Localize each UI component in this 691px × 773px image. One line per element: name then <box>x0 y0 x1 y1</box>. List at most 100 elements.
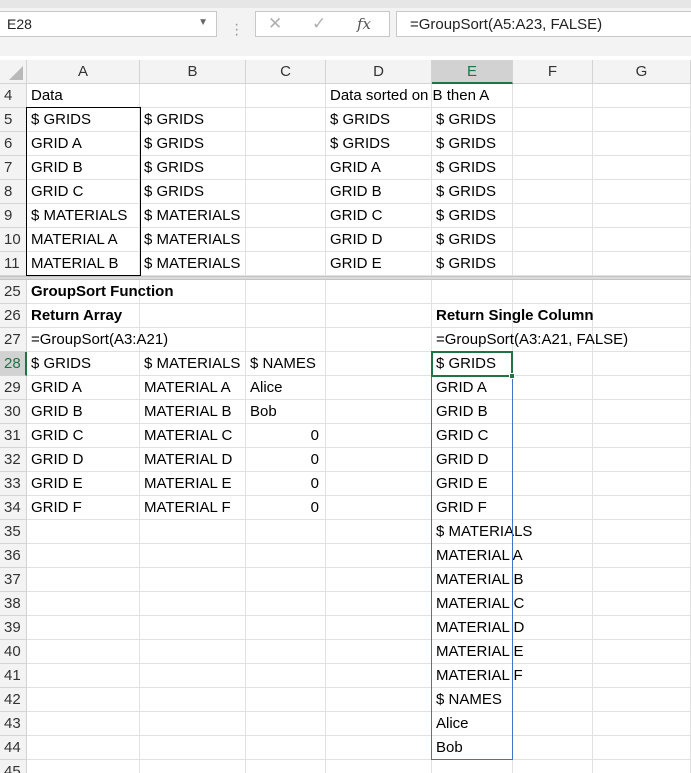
enter-icon[interactable]: ✓ <box>312 14 326 34</box>
row-header-44[interactable]: 44 <box>0 736 27 760</box>
cell-e27[interactable]: =GroupSort(A3:A21, FALSE) <box>432 328 628 352</box>
cell-c32[interactable]: 0 <box>246 448 326 472</box>
active-cell-selection[interactable] <box>431 351 513 377</box>
cell-e9[interactable]: $ GRIDS <box>432 204 513 228</box>
cell-a25[interactable]: GroupSort Function <box>27 280 173 304</box>
row-header-26[interactable]: 26 <box>0 304 27 328</box>
cell-b29[interactable]: MATERIAL A <box>140 376 246 400</box>
name-box[interactable]: E28 ▼ <box>0 11 217 37</box>
cell-b32[interactable]: MATERIAL D <box>140 448 246 472</box>
column-header-g[interactable]: G <box>593 60 691 84</box>
row-header-27[interactable]: 27 <box>0 328 27 352</box>
row-header-36[interactable]: 36 <box>0 544 27 568</box>
row-header-9[interactable]: 9 <box>0 204 27 228</box>
row-header-42[interactable]: 42 <box>0 688 27 712</box>
cell-a29[interactable]: GRID A <box>27 376 140 400</box>
cell-a30[interactable]: GRID B <box>27 400 140 424</box>
row-header-31[interactable]: 31 <box>0 424 27 448</box>
cell-a31[interactable]: GRID C <box>27 424 140 448</box>
insert-function-icon[interactable]: fx <box>357 15 371 33</box>
cell-d10[interactable]: GRID D <box>326 228 432 252</box>
row-header-45[interactable]: 45 <box>0 760 27 773</box>
row-header-29[interactable]: 29 <box>0 376 27 400</box>
cell-e7[interactable]: $ GRIDS <box>432 156 513 180</box>
column-header-f[interactable]: F <box>513 60 593 84</box>
row-header-35[interactable]: 35 <box>0 520 27 544</box>
cell-b7[interactable]: $ GRIDS <box>140 156 246 180</box>
cell-b31[interactable]: MATERIAL C <box>140 424 246 448</box>
cell-a32[interactable]: GRID D <box>27 448 140 472</box>
row-header-34[interactable]: 34 <box>0 496 27 520</box>
gridline-row <box>27 663 691 664</box>
spreadsheet-grid[interactable]: A B C D E F G 4 Data Data sorted on B then A 5 $ GR… <box>0 56 691 773</box>
cell-b33[interactable]: MATERIAL E <box>140 472 246 496</box>
column-header-a[interactable]: A <box>27 60 140 84</box>
cell-a34[interactable]: GRID F <box>27 496 140 520</box>
row-header-7[interactable]: 7 <box>0 156 27 180</box>
row-header-38[interactable]: 38 <box>0 592 27 616</box>
cell-e10[interactable]: $ GRIDS <box>432 228 513 252</box>
cell-e26[interactable]: Return Single Column <box>432 304 594 328</box>
cell-a33[interactable]: GRID E <box>27 472 140 496</box>
cell-b6[interactable]: $ GRIDS <box>140 132 246 156</box>
cell-b11[interactable]: $ MATERIALS <box>140 252 246 276</box>
cell-d4[interactable]: Data sorted on B then A <box>326 84 489 108</box>
cell-a4[interactable]: Data <box>27 84 140 108</box>
cell-b9[interactable]: $ MATERIALS <box>140 204 246 228</box>
row-header-39[interactable]: 39 <box>0 616 27 640</box>
cell-b10[interactable]: $ MATERIALS <box>140 228 246 252</box>
row-header-43[interactable]: 43 <box>0 712 27 736</box>
cell-e8[interactable]: $ GRIDS <box>432 180 513 204</box>
column-header-e[interactable]: E <box>432 60 513 84</box>
cell-d11[interactable]: GRID E <box>326 252 432 276</box>
fill-handle[interactable] <box>509 373 515 379</box>
formula-bar-grip-icon[interactable]: · · · <box>234 17 239 43</box>
gridline-col-f <box>592 84 593 773</box>
row-header-28[interactable]: 28 <box>0 352 27 376</box>
row-header-25[interactable]: 25 <box>0 280 27 304</box>
row-header-30[interactable]: 30 <box>0 400 27 424</box>
select-all-corner[interactable] <box>0 60 27 84</box>
cell-c34[interactable]: 0 <box>246 496 326 520</box>
cell-a27[interactable]: =GroupSort(A3:A21) <box>27 328 168 352</box>
cell-b28[interactable]: $ MATERIALS <box>140 352 246 376</box>
cell-e6[interactable]: $ GRIDS <box>432 132 513 156</box>
row-header-8[interactable]: 8 <box>0 180 27 204</box>
cell-d6[interactable]: $ GRIDS <box>326 132 432 156</box>
cell-c30[interactable]: Bob <box>246 400 326 424</box>
cell-d8[interactable]: GRID B <box>326 180 432 204</box>
cell-b5[interactable]: $ GRIDS <box>140 108 246 132</box>
row-header-5[interactable]: 5 <box>0 108 27 132</box>
column-header-d[interactable]: D <box>326 60 432 84</box>
cell-b8[interactable]: $ GRIDS <box>140 180 246 204</box>
cancel-icon[interactable]: ✕ <box>268 14 282 34</box>
row-header-40[interactable]: 40 <box>0 640 27 664</box>
column-header-b[interactable]: B <box>140 60 246 84</box>
cell-a26[interactable]: Return Array <box>27 304 140 328</box>
cell-c33[interactable]: 0 <box>246 472 326 496</box>
cell-c31[interactable]: 0 <box>246 424 326 448</box>
row-header-11[interactable]: 11 <box>0 252 27 276</box>
cell-d9[interactable]: GRID C <box>326 204 432 228</box>
row-header-32[interactable]: 32 <box>0 448 27 472</box>
cell-d5[interactable]: $ GRIDS <box>326 108 432 132</box>
row-header-4[interactable]: 4 <box>0 84 27 108</box>
cell-c29[interactable]: Alice <box>246 376 326 400</box>
cell-b30[interactable]: MATERIAL B <box>140 400 246 424</box>
formula-input[interactable]: =GroupSort(A5:A23, FALSE) <box>396 11 691 37</box>
gridline-row <box>27 735 691 736</box>
row-header-41[interactable]: 41 <box>0 664 27 688</box>
cell-c28[interactable]: $ NAMES <box>246 352 326 376</box>
row-header-33[interactable]: 33 <box>0 472 27 496</box>
data-range-border <box>26 107 141 276</box>
cell-e5[interactable]: $ GRIDS <box>432 108 513 132</box>
chevron-down-icon[interactable]: ▼ <box>198 17 208 28</box>
row-header-37[interactable]: 37 <box>0 568 27 592</box>
cell-d7[interactable]: GRID A <box>326 156 432 180</box>
cell-e11[interactable]: $ GRIDS <box>432 252 513 276</box>
column-header-c[interactable]: C <box>246 60 326 84</box>
cell-a28[interactable]: $ GRIDS <box>27 352 140 376</box>
cell-b34[interactable]: MATERIAL F <box>140 496 246 520</box>
row-header-6[interactable]: 6 <box>0 132 27 156</box>
row-header-10[interactable]: 10 <box>0 228 27 252</box>
